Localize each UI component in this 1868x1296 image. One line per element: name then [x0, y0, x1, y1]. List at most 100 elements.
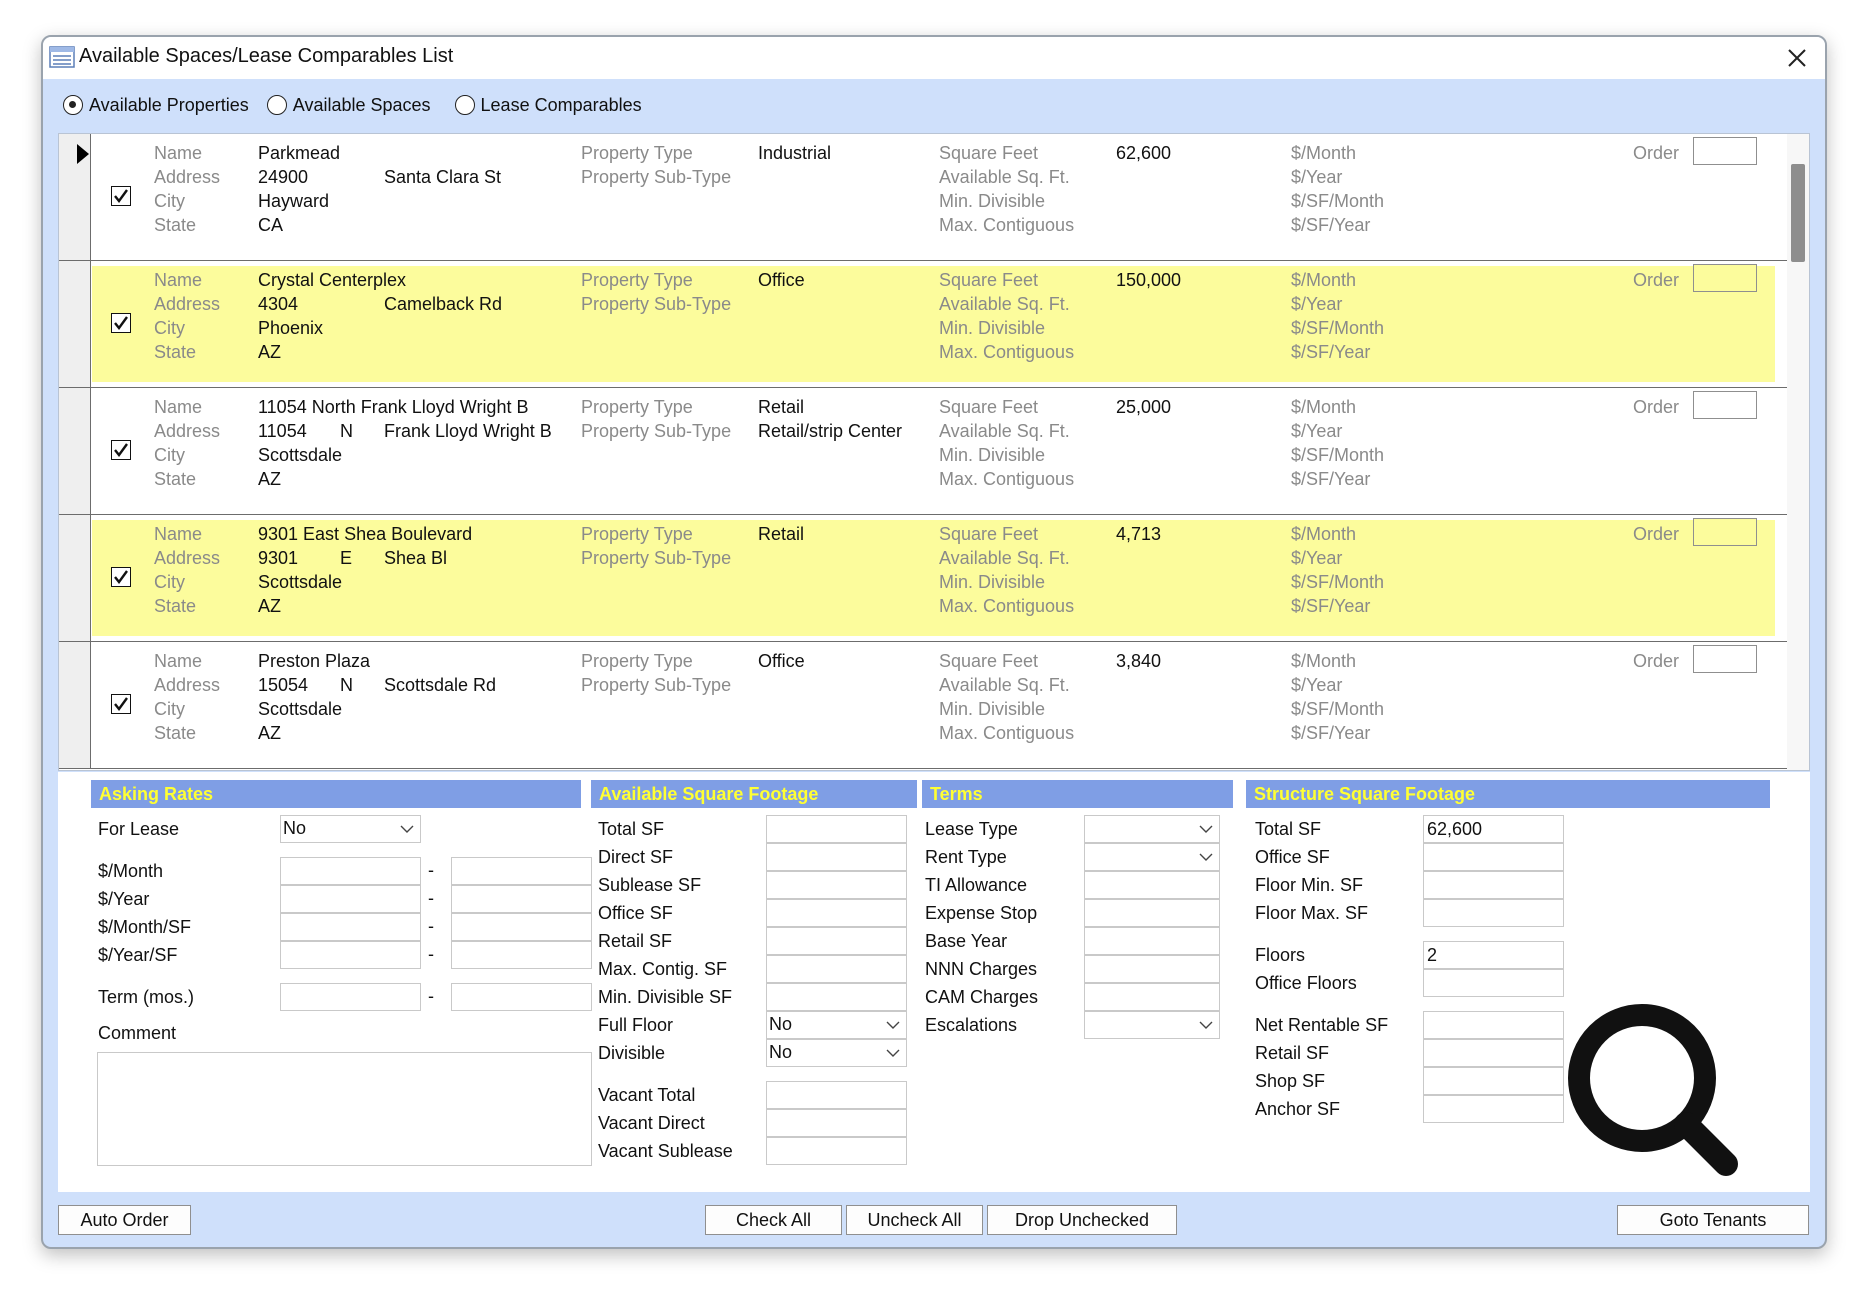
- per-month-min-input[interactable]: [280, 857, 421, 885]
- field-label-property-type: Property Type: [581, 651, 693, 671]
- field-label-square-feet: Square Feet: [939, 270, 1039, 290]
- direct-sf-input[interactable]: [766, 843, 907, 871]
- row-checkbox[interactable]: [111, 694, 131, 714]
- expense-stop-input[interactable]: [1084, 899, 1220, 927]
- order-input[interactable]: [1693, 391, 1757, 419]
- goto-tenants-button[interactable]: Goto Tenants: [1617, 1205, 1809, 1235]
- table-row[interactable]: Name Address City State Property Type Propert…: [59, 642, 1809, 769]
- rent-type-select[interactable]: [1084, 843, 1220, 871]
- net-rentable-sf-input[interactable]: [1423, 1011, 1564, 1039]
- record-selector[interactable]: [59, 515, 91, 641]
- order-input[interactable]: [1693, 264, 1757, 292]
- field-label-property-type: Property Type: [581, 143, 693, 163]
- term-max-input[interactable]: [451, 983, 592, 1011]
- per-month-sf-min-input[interactable]: [280, 913, 421, 941]
- ti-allowance-input[interactable]: [1084, 871, 1220, 899]
- order-input[interactable]: [1693, 137, 1757, 165]
- field-label-state: State: [154, 596, 197, 616]
- field-label-per-sf-month: $/SF/Month: [1291, 318, 1385, 338]
- max-contig-sf-input[interactable]: [766, 955, 907, 983]
- floor-min-sf-input[interactable]: [1423, 871, 1564, 899]
- sublease-sf-input[interactable]: [766, 871, 907, 899]
- radio-indicator: [454, 95, 475, 115]
- field-label-per-sf-month: $/SF/Month: [1291, 572, 1385, 592]
- structure-total-sf-input[interactable]: 62,600: [1423, 815, 1564, 843]
- vacant-direct-input[interactable]: [766, 1109, 907, 1137]
- for-lease-select[interactable]: No: [280, 815, 421, 843]
- field-label-per-year: $/Year: [1291, 675, 1343, 695]
- field-label-min-divisible: Min. Divisible: [939, 191, 1046, 211]
- field-value-property-type: Office: [758, 651, 805, 671]
- min-divisible-sf-input[interactable]: [766, 983, 907, 1011]
- shop-sf-input[interactable]: [1423, 1067, 1564, 1095]
- anchor-sf-input[interactable]: [1423, 1095, 1564, 1123]
- for-lease-value: No: [283, 818, 307, 838]
- cam-charges-input[interactable]: [1084, 983, 1220, 1011]
- record-selector[interactable]: [59, 388, 91, 514]
- retail-sf-input[interactable]: [766, 927, 907, 955]
- check-all-button[interactable]: Check All: [705, 1205, 842, 1235]
- field-label-address: Address: [154, 675, 221, 695]
- table-row[interactable]: Name Address City State Property Type Propert…: [59, 134, 1809, 261]
- radio-lease-comparables[interactable]: Lease Comparables: [454, 95, 642, 116]
- checkmark-icon: [114, 316, 128, 330]
- table-row[interactable]: Name Address City State Property Type Propert…: [59, 261, 1809, 388]
- divisible-label: Divisible: [598, 1043, 666, 1063]
- row-checkbox[interactable]: [111, 567, 131, 587]
- radio-label: Available Properties: [89, 94, 249, 115]
- field-label-min-divisible: Min. Divisible: [939, 699, 1046, 719]
- record-selector[interactable]: [59, 134, 91, 260]
- structure-retail-sf-input[interactable]: [1423, 1039, 1564, 1067]
- base-year-input[interactable]: [1084, 927, 1220, 955]
- vacant-total-input[interactable]: [766, 1081, 907, 1109]
- field-label-address: Address: [154, 421, 221, 441]
- full-floor-select[interactable]: No: [766, 1011, 907, 1039]
- uncheck-all-button[interactable]: Uncheck All: [846, 1205, 983, 1235]
- auto-order-button[interactable]: Auto Order: [58, 1205, 191, 1235]
- nnn-charges-label: NNN Charges: [925, 959, 1038, 979]
- order-input[interactable]: [1693, 645, 1757, 673]
- field-label-property-sub-type: Property Sub-Type: [581, 548, 732, 568]
- per-month-max-input[interactable]: [451, 857, 592, 885]
- field-label-property-type: Property Type: [581, 524, 693, 544]
- per-month-sf-max-input[interactable]: [451, 913, 592, 941]
- per-year-max-input[interactable]: [451, 885, 592, 913]
- office-floors-input[interactable]: [1423, 969, 1564, 997]
- field-value-state: AZ: [258, 596, 282, 616]
- field-label-order: Order: [1633, 397, 1680, 417]
- row-checkbox[interactable]: [111, 313, 131, 333]
- title-bar: Available Spaces/Lease Comparables List: [43, 37, 1825, 79]
- radio-available-properties[interactable]: Available Properties: [63, 95, 249, 116]
- radio-available-spaces[interactable]: Available Spaces: [266, 95, 431, 116]
- term-min-input[interactable]: [280, 983, 421, 1011]
- field-value-property-type: Office: [758, 270, 805, 290]
- escalations-select[interactable]: [1084, 1011, 1220, 1039]
- scrollbar-thumb[interactable]: [1791, 164, 1805, 262]
- record-selector[interactable]: [59, 261, 91, 387]
- row-checkbox[interactable]: [111, 186, 131, 206]
- row-checkbox[interactable]: [111, 440, 131, 460]
- comment-textarea[interactable]: [97, 1052, 592, 1166]
- divisible-select[interactable]: No: [766, 1039, 907, 1067]
- vacant-sublease-input[interactable]: [766, 1137, 907, 1165]
- floor-max-sf-input[interactable]: [1423, 899, 1564, 927]
- drop-unchecked-button[interactable]: Drop Unchecked: [987, 1205, 1177, 1235]
- per-year-sf-max-input[interactable]: [451, 941, 592, 969]
- nnn-charges-input[interactable]: [1084, 955, 1220, 983]
- total-sf-input[interactable]: [766, 815, 907, 843]
- per-year-min-input[interactable]: [280, 885, 421, 913]
- order-input[interactable]: [1693, 518, 1757, 546]
- list-scrollbar[interactable]: [1787, 134, 1809, 770]
- office-sf-input[interactable]: [766, 899, 907, 927]
- available-sf-header: Available Square Footage: [591, 780, 917, 808]
- close-button[interactable]: [1777, 41, 1817, 75]
- field-value-square-feet: 62,600: [1116, 143, 1172, 163]
- floors-input[interactable]: 2: [1423, 941, 1564, 969]
- table-row[interactable]: Name Address City State Property Type Propert…: [59, 388, 1809, 515]
- table-row[interactable]: Name Address City State Property Type Propert…: [59, 515, 1809, 642]
- lease-type-select[interactable]: [1084, 815, 1220, 843]
- record-selector[interactable]: [59, 642, 91, 768]
- per-year-sf-min-input[interactable]: [280, 941, 421, 969]
- structure-office-sf-input[interactable]: [1423, 843, 1564, 871]
- magnifier-icon[interactable]: [1566, 1002, 1746, 1182]
